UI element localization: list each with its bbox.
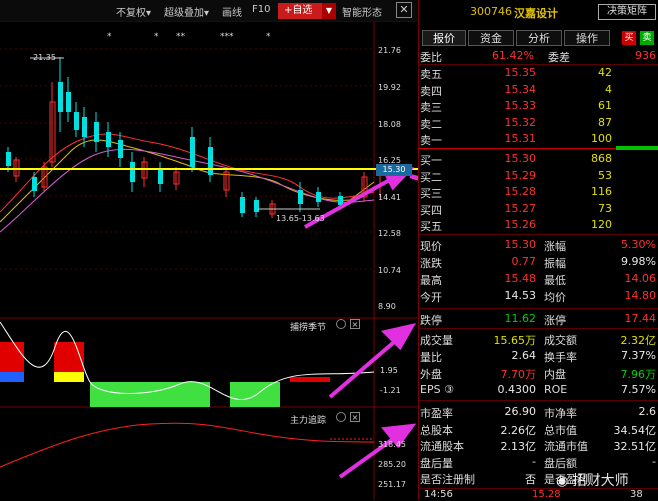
- fuquan-dropdown[interactable]: 不复权▾: [116, 4, 151, 19]
- high-annotation: 21.35: [33, 53, 56, 62]
- stock-name: 汉嘉设计: [514, 7, 558, 20]
- close-icon[interactable]: ×: [350, 319, 360, 329]
- buy-level-row: 买五 15.26 120: [420, 218, 612, 233]
- kline-chart[interactable]: [0, 22, 418, 500]
- sell-level-row: 卖五 15.35 42: [420, 66, 612, 81]
- tab-fenxi[interactable]: 分析: [516, 30, 562, 46]
- smart-pattern-button[interactable]: 智能形态: [342, 4, 382, 19]
- weibo-icon: ◉: [556, 473, 573, 489]
- buy-icon[interactable]: 买: [622, 31, 636, 45]
- tab-baojia[interactable]: 报价: [422, 30, 466, 46]
- divider: [418, 328, 658, 329]
- price-axis-tick: 18.08: [378, 120, 401, 129]
- ind2-axis-tick: 318.45: [378, 440, 406, 449]
- sell-level-row: 卖四 15.34 4: [420, 82, 612, 98]
- buy-level-row: 买四 15.27 73: [420, 201, 612, 217]
- stats-row: 量比 2.64 换手率 7.37%: [420, 349, 656, 364]
- watchlist-dropdown-icon[interactable]: ▼: [322, 3, 336, 19]
- sell-icon[interactable]: 卖: [640, 31, 654, 45]
- fundamental-row: 盘后量 - 盘后额 -: [420, 454, 656, 470]
- current-price-tag: 15.30: [376, 164, 412, 176]
- quote-row: 涨跌 0.77 振幅 9.98%: [420, 255, 656, 270]
- weibi-row: 委比 61.42% 委差 936: [420, 49, 656, 64]
- quote-row: 现价 15.30 涨幅 5.30%: [420, 238, 656, 253]
- tab-caozuo[interactable]: 操作: [564, 30, 610, 46]
- tick-row: 14:56 15.28 38: [424, 489, 643, 500]
- ratio-bar: [616, 146, 658, 150]
- indicator1-name: 捕捞季节: [290, 323, 327, 333]
- ind1-axis-tick: 1.95: [380, 366, 398, 375]
- stats-row: 外盘 7.70万 内盘 7.96万: [420, 368, 656, 381]
- f10-button[interactable]: F10: [252, 4, 270, 15]
- price-axis-tick: 10.74: [378, 266, 401, 275]
- limit-row: 跌停 11.62 涨停 17.44: [420, 312, 656, 327]
- settings-icon[interactable]: [336, 412, 346, 422]
- indicator1-bars: [0, 342, 330, 407]
- divider: [418, 234, 658, 235]
- chart-toolbar: 不复权▾ 超级叠加▾ 画线 F10 +自选 ▼ 智能形态 ✕: [0, 0, 417, 22]
- quote-tabs: 报价 资金 分析 操作 买 卖: [418, 30, 658, 46]
- buy-level-row: 买三 15.28 116: [420, 185, 612, 200]
- settings-icon[interactable]: [336, 319, 346, 329]
- fundamental-row: 市盈率 26.90 市净率 2.6: [420, 405, 656, 420]
- close-icon[interactable]: ×: [350, 412, 360, 422]
- stock-code: 300746: [470, 5, 512, 18]
- buy-level-row: 买一 15.30 868: [420, 152, 612, 167]
- indicator2-name: 主力追踪: [290, 416, 327, 426]
- close-icon[interactable]: ✕: [396, 2, 412, 18]
- quote-row: 最高 15.48 最低 14.06: [420, 272, 656, 287]
- range-annotation: 13.65-13.63: [276, 214, 325, 223]
- price-axis-tick: 8.90: [378, 302, 396, 311]
- price-axis-tick: 14.41: [378, 193, 401, 202]
- stats-row: EPS ③ 0.4300 ROE 7.57%: [420, 383, 656, 396]
- ind1-axis-tick: -1.21: [380, 386, 401, 395]
- divider: [418, 64, 658, 65]
- tab-zijin[interactable]: 资金: [468, 30, 514, 46]
- decision-matrix-button[interactable]: 决策矩阵: [598, 4, 656, 20]
- overlay-dropdown[interactable]: 超级叠加▾: [164, 4, 209, 19]
- sell-level-row: 卖三 15.33 61: [420, 99, 612, 114]
- sell-level-row: 卖二 15.32 87: [420, 115, 612, 131]
- price-axis-tick: 12.58: [378, 229, 401, 238]
- divider: [418, 308, 658, 309]
- fundamental-row: 流通股本 2.13亿 流通市值 32.51亿: [420, 440, 656, 453]
- price-axis-tick: 21.76: [378, 46, 401, 55]
- draw-line-button[interactable]: 画线: [222, 4, 242, 19]
- quote-row: 今开 14.53 均价 14.80: [420, 289, 656, 304]
- ind2-axis-tick: 285.20: [378, 460, 406, 469]
- price-axis-tick: 19.92: [378, 83, 401, 92]
- fundamental-row: 总股本 2.26亿 总市值 34.54亿: [420, 423, 656, 437]
- stats-row: 成交量 15.65万 成交额 2.32亿: [420, 334, 656, 347]
- buy-level-row: 买二 15.29 53: [420, 168, 612, 184]
- sell-level-row: 卖一 15.31 100: [420, 132, 612, 147]
- watermark: ◉ 招财大师: [556, 473, 629, 489]
- divider: [418, 400, 658, 401]
- ind2-axis-tick: 251.17: [378, 480, 406, 489]
